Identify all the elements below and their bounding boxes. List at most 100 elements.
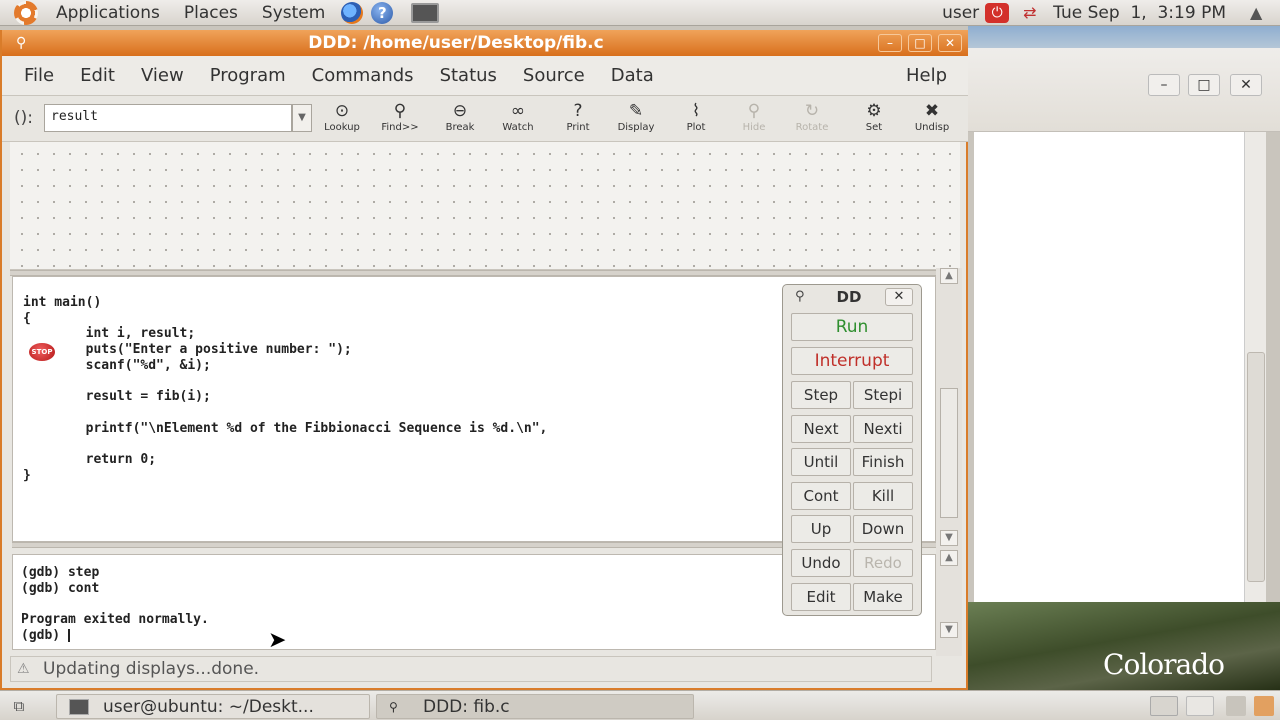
toolbar-display-button[interactable]: ✎ Display: [608, 100, 664, 138]
workspace-switcher-icon[interactable]: [1150, 696, 1178, 716]
toolbar-button-label: Find>>: [381, 122, 419, 133]
source-line[interactable]: int i, result;: [23, 326, 196, 342]
maximize-icon[interactable]: □: [908, 34, 932, 52]
toolbar-set-button[interactable]: ⚙ Set: [846, 100, 902, 138]
show-desktop-icon[interactable]: ⧉: [6, 695, 32, 717]
minimize-icon[interactable]: –: [1148, 74, 1180, 96]
notes-icon[interactable]: [1254, 696, 1274, 716]
up-button[interactable]: Up: [791, 515, 851, 544]
toolbar-hide-button[interactable]: ⚲ Hide: [726, 100, 782, 138]
system-menu[interactable]: System: [250, 0, 337, 26]
toolbar-print-button[interactable]: ? Print: [550, 100, 606, 138]
background-window-scrollbar[interactable]: [1244, 132, 1266, 602]
console-line-text: (gdb) cont: [21, 580, 100, 596]
minimize-icon[interactable]: –: [878, 34, 902, 52]
firefox-launcher-icon[interactable]: [341, 1, 364, 24]
user-name[interactable]: user: [942, 3, 985, 23]
places-menu[interactable]: Places: [172, 0, 250, 26]
trash-icon[interactable]: [1226, 696, 1246, 716]
power-icon[interactable]: ⏻: [985, 2, 1010, 23]
ddd-titlebar[interactable]: ⚲ DDD: /home/user/Desktop/fib.c – □ ✕: [2, 30, 968, 56]
scroll-up-icon[interactable]: ▲: [940, 550, 958, 566]
menu-data[interactable]: Data: [598, 56, 667, 96]
down-button[interactable]: Down: [853, 515, 913, 544]
argument-label: ():: [14, 108, 33, 128]
text-cursor: [67, 628, 70, 642]
stepi-button[interactable]: Stepi: [853, 381, 913, 409]
command-tool-titlebar[interactable]: ⚲ DD ✕: [783, 285, 921, 309]
source-line[interactable]: puts("Enter a positive number: ");: [23, 342, 352, 358]
toolbar-button-label: Rotate: [795, 122, 829, 133]
window-menu-icon[interactable]: ⚲: [16, 34, 34, 52]
network-icon[interactable]: ⇄: [1023, 3, 1045, 22]
applications-menu[interactable]: Applications: [44, 0, 172, 26]
source-line[interactable]: {: [23, 311, 31, 327]
menu-help[interactable]: Help: [893, 56, 960, 96]
finish-button[interactable]: Finish: [853, 448, 913, 477]
source-line[interactable]: return 0;: [23, 452, 156, 468]
make-button[interactable]: Make: [853, 582, 913, 611]
toolbar-undisp-button[interactable]: ✖ Undisp: [904, 100, 960, 138]
console-line-text: (gdb): [21, 627, 68, 643]
toolbar-button-label: Undisp: [914, 122, 950, 133]
source-line[interactable]: result = fib(i);: [23, 389, 211, 405]
source-line[interactable]: scanf("%d", &i);: [23, 358, 211, 374]
background-window-content[interactable]: [974, 132, 1244, 602]
workspace-switcher-icon[interactable]: [1186, 696, 1214, 716]
maximize-icon[interactable]: □: [1188, 74, 1220, 96]
terminal-launcher-icon[interactable]: [411, 2, 440, 23]
step-button[interactable]: Step: [791, 381, 851, 409]
redo-button[interactable]: Redo: [853, 549, 913, 577]
taskbar-terminal[interactable]: user@ubuntu: ~/Deskt...: [56, 694, 370, 719]
cont-button[interactable]: Cont: [791, 481, 851, 510]
menu-program[interactable]: Program: [197, 56, 299, 96]
scroll-up-icon[interactable]: ▲: [940, 268, 958, 284]
interrupt-button[interactable]: Interrupt: [791, 347, 913, 375]
toolbar-find-button[interactable]: ⚲ Find>>: [372, 100, 428, 138]
toolbar-rotate-button[interactable]: ↻ Rotate: [784, 100, 840, 138]
source-line[interactable]: printf("\nElement %d of the Fibbionacci …: [23, 421, 548, 437]
toolbar-break-button[interactable]: ⊖ Break: [432, 100, 488, 138]
clock[interactable]: Tue Sep 1, 3:19 PM: [1053, 3, 1226, 23]
toolbar-watch-button[interactable]: ∞ Watch: [490, 100, 546, 138]
edit-button[interactable]: Edit: [791, 582, 851, 611]
console-line-text: (gdb) step: [21, 565, 100, 580]
source-line[interactable]: int main(): [23, 295, 101, 311]
close-icon[interactable]: ✕: [885, 288, 913, 306]
scrollbar-thumb[interactable]: [1247, 352, 1265, 582]
close-icon[interactable]: ✕: [938, 34, 962, 52]
scroll-down-icon[interactable]: ▼: [940, 530, 958, 546]
menu-commands[interactable]: Commands: [299, 56, 427, 96]
menu-view[interactable]: View: [128, 56, 197, 96]
background-window-titlebar[interactable]: – □ ✕: [968, 48, 1280, 132]
data-display-pane[interactable]: [10, 142, 960, 270]
help-launcher-icon[interactable]: ?: [371, 1, 394, 24]
menu-source[interactable]: Source: [510, 56, 598, 96]
argument-input[interactable]: result: [44, 104, 292, 132]
window-menu-icon[interactable]: ⚲: [795, 289, 813, 305]
argument-dropdown-icon[interactable]: ▼: [292, 104, 312, 132]
menu-edit[interactable]: Edit: [67, 56, 128, 96]
ubuntu-logo-icon[interactable]: [14, 0, 38, 25]
update-notifier-icon[interactable]: ▲: [1250, 3, 1270, 23]
scrollbar-thumb[interactable]: [940, 388, 958, 518]
scroll-down-icon[interactable]: ▼: [940, 622, 958, 638]
kill-button[interactable]: Kill: [853, 481, 913, 510]
source-scrollbar[interactable]: ▲ ▼: [936, 268, 962, 580]
menu-file[interactable]: File: [2, 56, 67, 96]
break-icon: ⊖: [452, 101, 468, 121]
run-button[interactable]: Run: [791, 313, 913, 341]
toolbar-plot-button[interactable]: ⌇ Plot: [668, 100, 724, 138]
taskbar-ddd[interactable]: ⚲ DDD: fib.c: [376, 694, 694, 719]
until-button[interactable]: Until: [791, 448, 851, 477]
next-button[interactable]: Next: [791, 414, 851, 443]
watch-icon: ∞: [510, 101, 526, 121]
ddd-toolbar: (): result ▼ ⊙ Lookup ⚲ Find>> ⊖ Break ∞ Watch?…: [2, 96, 968, 142]
toolbar-lookup-button[interactable]: ⊙ Lookup: [314, 100, 370, 138]
console-scrollbar[interactable]: ▲ ▼: [936, 550, 962, 656]
undo-button[interactable]: Undo: [791, 549, 851, 577]
menu-status[interactable]: Status: [427, 56, 510, 96]
nexti-button[interactable]: Nexti: [853, 414, 913, 443]
source-line[interactable]: }: [23, 468, 31, 484]
close-icon[interactable]: ✕: [1230, 74, 1262, 96]
